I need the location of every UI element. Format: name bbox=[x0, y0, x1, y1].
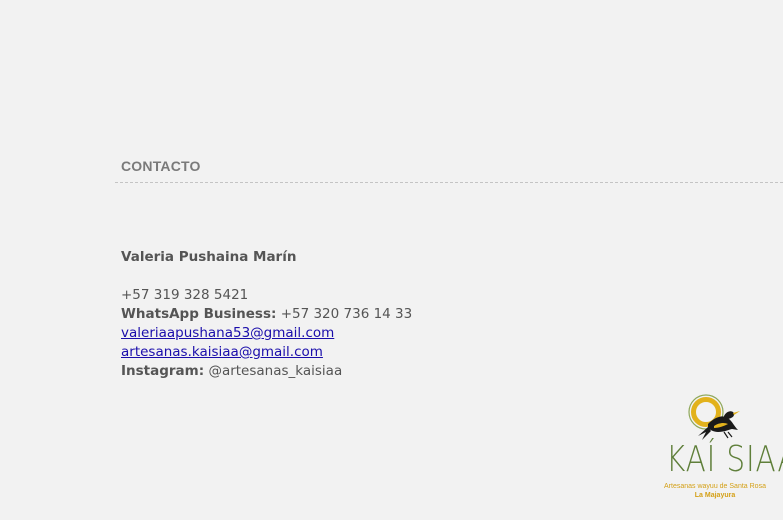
section-divider bbox=[115, 182, 783, 183]
email-line-1: valeriaapushana53@gmail.com bbox=[121, 324, 412, 343]
instagram-line: Instagram: @artesanas_kaisiaa bbox=[121, 362, 412, 381]
sun-bird-icon bbox=[688, 394, 740, 440]
logo-subline: La Majayura bbox=[694, 492, 736, 499]
section-heading: CONTACTO bbox=[121, 158, 201, 174]
phone-number: +57 319 328 5421 bbox=[121, 287, 249, 303]
logo-wordmark: KAÍ SIAA bbox=[666, 439, 783, 480]
whatsapp-line: WhatsApp Business: +57 320 736 14 33 bbox=[121, 305, 412, 324]
email-link-business[interactable]: artesanas.kaisiaa@gmail.com bbox=[121, 344, 323, 360]
instagram-handle: @artesanas_kaisiaa bbox=[208, 363, 343, 379]
brand-logo: KAÍ SIAA Artesanas wayuu de Santa Rosa L… bbox=[662, 390, 783, 508]
whatsapp-number: +57 320 736 14 33 bbox=[280, 306, 413, 322]
contact-block: Valeria Pushaina Marín +57 319 328 5421 … bbox=[121, 248, 412, 381]
whatsapp-label: WhatsApp Business: bbox=[121, 306, 277, 322]
email-line-2: artesanas.kaisiaa@gmail.com bbox=[121, 343, 412, 362]
email-link-personal[interactable]: valeriaapushana53@gmail.com bbox=[121, 325, 334, 341]
instagram-label: Instagram: bbox=[121, 363, 205, 379]
contact-name: Valeria Pushaina Marín bbox=[121, 249, 297, 265]
logo-tagline: Artesanas wayuu de Santa Rosa bbox=[664, 483, 766, 490]
